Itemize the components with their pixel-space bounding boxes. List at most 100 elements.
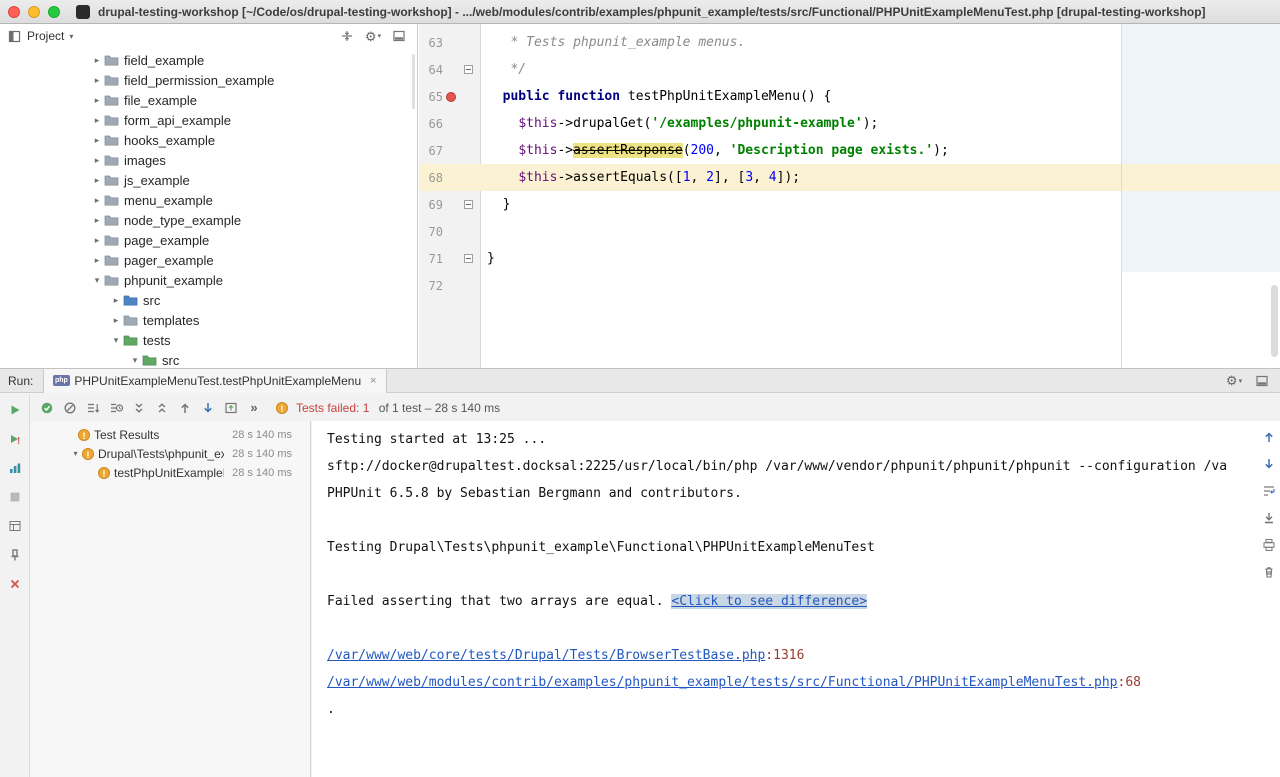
chevron-right-icon[interactable]: ▸	[90, 55, 104, 66]
fold-marker-icon[interactable]	[464, 254, 473, 263]
project-item-field_example[interactable]: ▸field_example	[0, 50, 417, 70]
code-text[interactable]	[481, 218, 1280, 245]
console-text: Failed asserting that two arrays are equ…	[327, 594, 671, 609]
fold-marker-icon[interactable]	[464, 65, 473, 74]
sort-alpha-icon[interactable]	[85, 400, 101, 416]
test-status: ! Tests failed: 1 of 1 test – 28 s 140 m…	[274, 400, 500, 416]
chevron-right-icon[interactable]: ▸	[90, 95, 104, 106]
pin-icon[interactable]	[7, 547, 23, 563]
project-item-form_api_example[interactable]: ▸form_api_example	[0, 110, 417, 130]
code-text[interactable]: public function testPhpUnitExampleMenu()…	[481, 83, 1280, 110]
code-line-72: 72	[419, 272, 1280, 299]
project-item-pager_example[interactable]: ▸pager_example	[0, 250, 417, 270]
chevron-down-icon[interactable]: ▾	[69, 449, 82, 458]
collapse-panels-icon[interactable]	[339, 28, 355, 44]
editor-scrollbar[interactable]	[1271, 285, 1278, 357]
sort-duration-icon[interactable]	[108, 400, 124, 416]
gear-icon[interactable]: ⚙▾	[365, 28, 381, 44]
collapse-all-icon[interactable]	[154, 400, 170, 416]
restore-layout-icon[interactable]	[7, 518, 23, 534]
scroll-end-icon[interactable]	[1261, 510, 1277, 526]
chevron-right-icon[interactable]: ▸	[90, 155, 104, 166]
rerun-failed-icon[interactable]: !	[7, 431, 23, 447]
show-ignored-icon[interactable]	[62, 400, 78, 416]
diff-link[interactable]: <Click to see difference>	[671, 594, 867, 609]
project-item-phpunit_example[interactable]: ▾phpunit_example	[0, 270, 417, 290]
project-dropdown-chevron-icon[interactable]: ▾	[69, 32, 73, 41]
print-icon[interactable]	[1261, 537, 1277, 553]
chevron-right-icon[interactable]: ▸	[90, 75, 104, 86]
project-item-page_example[interactable]: ▸page_example	[0, 230, 417, 250]
file-link[interactable]: /var/www/web/modules/contrib/examples/ph…	[327, 675, 1118, 690]
clear-icon[interactable]	[1261, 564, 1277, 580]
hide-panel-icon[interactable]	[1254, 373, 1270, 389]
test-node-2[interactable]: !testPhpUnitExampleM28 s 140 ms	[31, 463, 310, 482]
project-scrollbar[interactable]	[412, 54, 415, 109]
test-history-icon[interactable]	[223, 400, 239, 416]
project-item-file_example[interactable]: ▸file_example	[0, 90, 417, 110]
rerun-icon[interactable]	[7, 402, 23, 418]
project-item-node_type_example[interactable]: ▸ node_type_example	[0, 210, 417, 230]
chevron-down-icon[interactable]: ▾	[109, 335, 123, 346]
line-number-ref[interactable]: :68	[1118, 675, 1141, 690]
code-text[interactable]: }	[481, 245, 1280, 272]
chevron-right-icon[interactable]: ▸	[109, 315, 123, 326]
project-item-hooks_example[interactable]: ▸hooks_example	[0, 130, 417, 150]
statistics-icon[interactable]	[7, 460, 23, 476]
chevron-right-icon[interactable]: ▸	[90, 135, 104, 146]
project-item-field_permission_example[interactable]: ▸field_permission_example	[0, 70, 417, 90]
chevron-right-icon[interactable]: ▸	[90, 115, 104, 126]
close-window-button[interactable]	[8, 6, 20, 18]
chevron-right-icon[interactable]: ▸	[90, 235, 104, 246]
editor[interactable]: 63 * Tests phpunit_example menus.64 */65…	[419, 24, 1280, 368]
code-text[interactable]: $this->assertEquals([1, 2], [3, 4]);	[481, 164, 1280, 191]
hide-icon[interactable]	[391, 28, 407, 44]
project-item-menu_example[interactable]: ▸menu_example	[0, 190, 417, 210]
project-item-templates[interactable]: ▸templates	[0, 310, 417, 330]
code-text[interactable]: }	[481, 191, 1280, 218]
project-item-src[interactable]: ▾src	[0, 350, 417, 368]
project-tool-window-icon[interactable]	[6, 28, 22, 44]
next-failed-icon[interactable]	[200, 400, 216, 416]
chevron-right-icon[interactable]: ▸	[90, 215, 104, 226]
project-item-js_example[interactable]: ▸js_example	[0, 170, 417, 190]
chevron-right-icon[interactable]: ▸	[90, 175, 104, 186]
chevron-right-icon[interactable]: ▸	[109, 295, 123, 306]
item-label: node_type_example	[122, 213, 241, 228]
console[interactable]: Testing started at 13:25 ...sftp://docke…	[312, 421, 1280, 777]
more-icon[interactable]: »	[246, 400, 262, 416]
stop-icon[interactable]	[7, 489, 23, 505]
chevron-right-icon[interactable]: ▸	[90, 255, 104, 266]
test-node-1[interactable]: ▾!Drupal\Tests\phpunit_ex28 s 140 ms	[31, 444, 310, 463]
run-tab[interactable]: php PHPUnitExampleMenuTest.testPhpUnitEx…	[43, 369, 386, 393]
failed-test-marker-icon[interactable]	[446, 92, 456, 102]
chevron-right-icon[interactable]: ▸	[90, 195, 104, 206]
down-stack-icon[interactable]	[1261, 456, 1277, 472]
test-node-0[interactable]: !Test Results28 s 140 ms	[31, 425, 310, 444]
project-item-tests[interactable]: ▾tests	[0, 330, 417, 350]
chevron-down-icon[interactable]: ▾	[128, 355, 142, 366]
file-link[interactable]: /var/www/web/core/tests/Drupal/Tests/Bro…	[327, 648, 765, 663]
prev-failed-icon[interactable]	[177, 400, 193, 416]
zoom-window-button[interactable]	[48, 6, 60, 18]
code-text[interactable]: */	[481, 56, 1280, 83]
line-number-ref[interactable]: :1316	[765, 648, 804, 663]
show-passed-icon[interactable]	[39, 400, 55, 416]
close-icon[interactable]	[7, 576, 23, 592]
chevron-down-icon[interactable]: ▾	[90, 275, 104, 286]
phpunit-file-icon: php	[53, 373, 69, 389]
fold-marker-icon[interactable]	[464, 200, 473, 209]
project-item-images[interactable]: ▸images	[0, 150, 417, 170]
code-text[interactable]: * Tests phpunit_example menus.	[481, 29, 1280, 56]
code-text[interactable]: $this->assertResponse(200, 'Description …	[481, 137, 1280, 164]
project-item-src[interactable]: ▸src	[0, 290, 417, 310]
line-number: 69	[419, 198, 443, 212]
expand-all-icon[interactable]	[131, 400, 147, 416]
up-stack-icon[interactable]	[1261, 429, 1277, 445]
soft-wrap-icon[interactable]	[1261, 483, 1277, 499]
minimize-window-button[interactable]	[28, 6, 40, 18]
code-text[interactable]	[481, 272, 1280, 299]
run-settings-gear-icon[interactable]: ⚙▾	[1226, 373, 1242, 389]
tab-close-icon[interactable]: ×	[370, 375, 376, 387]
code-text[interactable]: $this->drupalGet('/examples/phpunit-exam…	[481, 110, 1280, 137]
